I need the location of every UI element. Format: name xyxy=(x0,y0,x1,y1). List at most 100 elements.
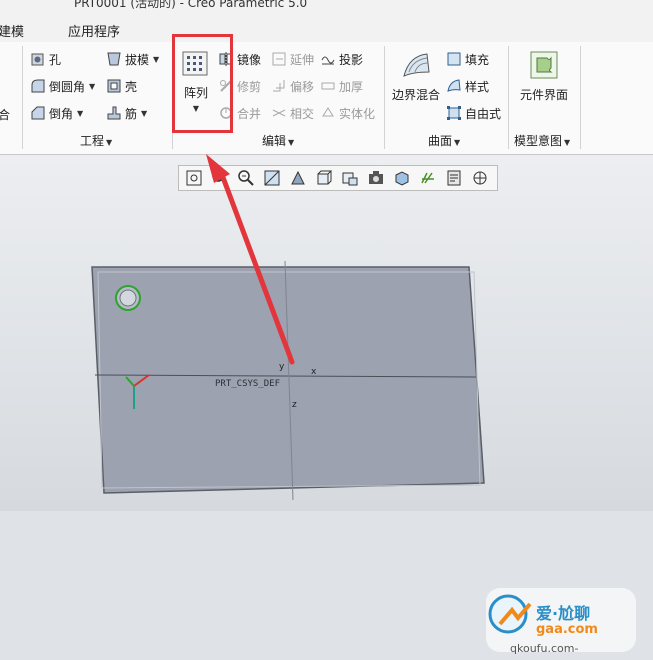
hole-label: 孔 xyxy=(49,52,62,67)
draft-label: 拔模 xyxy=(125,52,150,67)
model-intent-group-text: 模型意图 xyxy=(514,134,563,148)
model-view xyxy=(91,260,485,501)
draft-button[interactable]: 拔模 ▼ xyxy=(107,50,159,68)
graphics-area[interactable]: PRT_CSYS_DEF x z y 爱·尬聊 gaa.com qkoufu.c… xyxy=(0,155,653,655)
named-views-icon[interactable] xyxy=(341,169,359,187)
chevron-down-icon: ▼ xyxy=(564,138,571,147)
surfaces-group-text: 曲面 xyxy=(428,134,453,148)
style-icon xyxy=(447,79,461,93)
watermark: 爱·尬聊 gaa.com qkoufu.com- xyxy=(478,580,638,660)
group-separator xyxy=(508,46,509,149)
draft-dropdown-icon[interactable]: ▼ xyxy=(153,55,159,64)
ribbon-tab-bar: 建模 应用程序 xyxy=(0,14,653,43)
project-button[interactable]: 投影 xyxy=(321,50,363,68)
annotation-display-icon[interactable] xyxy=(445,169,463,187)
component-interface-label: 元件界面 xyxy=(519,88,568,102)
freestyle-label: 自由式 xyxy=(465,106,502,121)
chevron-down-icon: ▼ xyxy=(106,138,113,147)
rib-dropdown-icon[interactable]: ▼ xyxy=(141,109,147,118)
chamfer-label: 倒角 xyxy=(49,106,74,121)
offset-icon xyxy=(272,79,286,93)
solidify-icon xyxy=(321,106,335,120)
csys-label: PRT_CSYS_DEF xyxy=(215,379,281,389)
shell-label: 壳 xyxy=(125,79,138,94)
group-separator xyxy=(384,46,385,149)
editing-group-text: 编辑 xyxy=(262,134,287,148)
model-intent-group-label[interactable]: 模型意图 ▼ xyxy=(514,132,570,149)
mirror-label: 镜像 xyxy=(237,52,262,67)
round-label: 倒圆角 xyxy=(49,79,86,94)
refit-icon[interactable] xyxy=(185,169,203,187)
spin-center-icon[interactable] xyxy=(471,169,489,187)
editing-group-label[interactable]: 编辑 ▼ xyxy=(262,132,294,149)
watermark-line1: 爱·尬聊 xyxy=(536,604,591,623)
style-label: 样式 xyxy=(465,79,490,94)
cut-off-command[interactable]: 合 xyxy=(0,105,10,123)
project-label: 投影 xyxy=(339,52,364,67)
repaint-icon[interactable] xyxy=(263,169,281,187)
trim-label: 修剪 xyxy=(237,79,262,94)
extend-icon xyxy=(272,52,286,66)
zoom-out-icon[interactable] xyxy=(237,169,255,187)
plate-top-face xyxy=(91,266,485,494)
component-interface-icon xyxy=(529,50,559,83)
intersect-label: 相交 xyxy=(290,106,315,121)
hole-icon xyxy=(31,52,45,66)
saved-orientations-icon[interactable] xyxy=(315,169,333,187)
boundary-blend-icon xyxy=(401,50,431,83)
group-separator xyxy=(580,46,581,149)
tab-model[interactable]: 建模 xyxy=(0,21,24,40)
extend-label: 延伸 xyxy=(290,52,315,67)
component-interface-button[interactable]: 元件界面 xyxy=(516,50,572,103)
project-icon xyxy=(321,52,335,66)
watermark-url: qkoufu.com- xyxy=(510,642,579,655)
solidify-label: 实体化 xyxy=(339,106,376,121)
chevron-down-icon: ▼ xyxy=(288,138,295,147)
zoom-in-icon[interactable] xyxy=(211,169,229,187)
thicken-label: 加厚 xyxy=(339,79,364,94)
round-icon xyxy=(31,79,45,93)
thicken-button[interactable]: 加厚 xyxy=(321,77,363,95)
intersect-icon xyxy=(272,106,286,120)
style-button[interactable]: 样式 xyxy=(447,77,489,95)
shell-button[interactable]: 壳 xyxy=(107,77,137,95)
cut-off-command-label: 合 xyxy=(0,107,11,122)
display-style-icon[interactable] xyxy=(289,169,307,187)
hole-button[interactable]: 孔 xyxy=(31,50,61,68)
rib-label: 筋 xyxy=(125,106,138,121)
chevron-down-icon: ▼ xyxy=(454,138,461,147)
perspective-icon[interactable] xyxy=(393,169,411,187)
rib-button[interactable]: 筋 ▼ xyxy=(107,104,147,122)
highlight-box xyxy=(172,34,233,133)
csys-x-label: x xyxy=(311,367,317,377)
shell-icon xyxy=(107,79,121,93)
title-bar: PRT0001 (活动的) - Creo Parametric 5.0 xyxy=(0,0,653,14)
freestyle-button[interactable]: 自由式 xyxy=(447,104,501,122)
fill-label: 填充 xyxy=(465,52,490,67)
round-button[interactable]: 倒圆角 ▼ xyxy=(31,77,95,95)
view-manager-icon[interactable] xyxy=(367,169,385,187)
extend-button[interactable]: 延伸 xyxy=(272,50,314,68)
csys-z-label: z xyxy=(292,400,297,410)
draft-icon xyxy=(107,52,121,66)
rib-icon xyxy=(107,106,121,120)
engineering-group-label[interactable]: 工程 ▼ xyxy=(80,132,112,149)
boundary-blend-label: 边界混合 xyxy=(391,88,440,102)
round-dropdown-icon[interactable]: ▼ xyxy=(89,82,95,91)
surfaces-group-label[interactable]: 曲面 ▼ xyxy=(428,132,460,149)
boundary-blend-button[interactable]: 边界混合 xyxy=(390,50,442,103)
ribbon: 合 孔 倒圆角 ▼ 倒角 ▼ 拔模 ▼ 壳 筋 ▼ 工程 ▼ 阵列 ▼ 镜像 修… xyxy=(0,42,653,155)
csys-y-label: y xyxy=(279,362,285,372)
thicken-icon xyxy=(321,79,335,93)
intersect-button[interactable]: 相交 xyxy=(272,104,314,122)
offset-label: 偏移 xyxy=(290,79,315,94)
chamfer-dropdown-icon[interactable]: ▼ xyxy=(77,109,83,118)
tab-applications[interactable]: 应用程序 xyxy=(68,21,120,40)
offset-button[interactable]: 偏移 xyxy=(272,77,314,95)
view-toolbar xyxy=(178,165,498,191)
fill-button[interactable]: 填充 xyxy=(447,50,489,68)
datum-display-icon[interactable] xyxy=(419,169,437,187)
chamfer-button[interactable]: 倒角 ▼ xyxy=(31,104,83,122)
solidify-button[interactable]: 实体化 xyxy=(321,104,375,122)
freestyle-icon xyxy=(447,106,461,120)
